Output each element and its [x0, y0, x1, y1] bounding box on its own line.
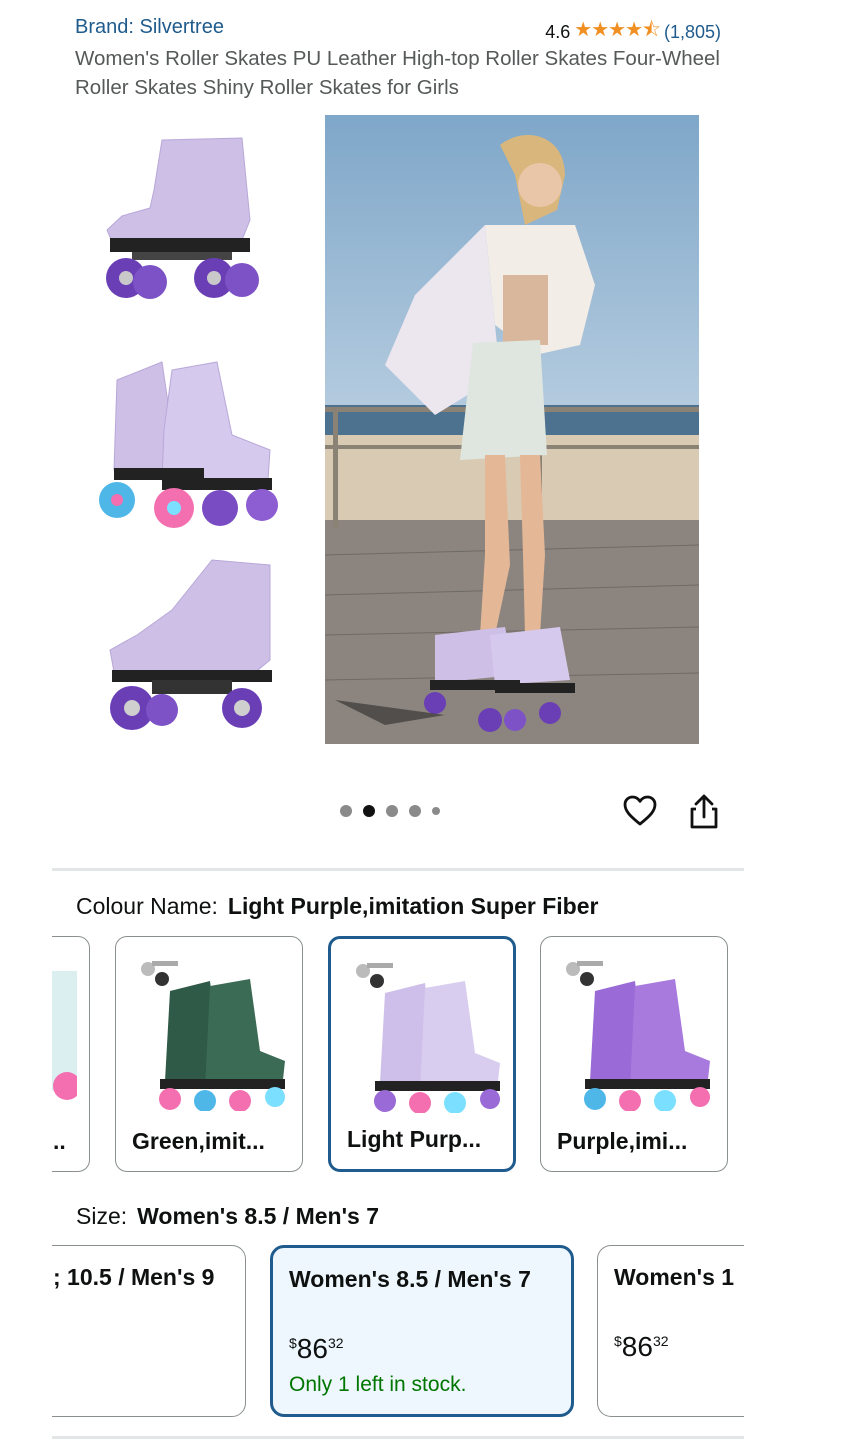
size-option-label: Women's 1 — [614, 1264, 735, 1290]
size-label: Size: — [76, 1203, 128, 1229]
colour-label: Colour Name: — [76, 893, 218, 919]
colour-label-line: Colour Name: Light Purple,imitation Super… — [76, 893, 598, 920]
stock-status: Only 1 left in stock. — [289, 1373, 467, 1396]
colour-swatch-label: Green,imit... — [132, 1128, 265, 1154]
price-whole: 86 — [296, 1333, 328, 1364]
brand-link[interactable]: Brand: Silvertree — [75, 16, 224, 39]
rating-value: 4.6 — [545, 21, 571, 42]
main-product-image[interactable] — [325, 115, 699, 744]
lavender-skate-angle-icon — [109, 559, 272, 730]
thumbnail-skate-side[interactable] — [92, 120, 282, 310]
purple-skates-swatch-icon — [566, 961, 710, 1111]
skate-swatch-icon — [52, 971, 77, 1100]
price-cents: 32 — [327, 1335, 344, 1351]
rating-count-link[interactable]: (1,805) — [664, 22, 721, 43]
carousel-dot[interactable] — [386, 805, 398, 817]
price-cents: 32 — [652, 1333, 669, 1349]
carousel-dot[interactable] — [432, 807, 440, 815]
green-skates-swatch-icon — [141, 961, 285, 1111]
light-purple-skates-swatch-icon — [356, 963, 500, 1113]
size-option-label: Women's 8.5 / Men's 7 — [289, 1266, 531, 1292]
thumbnail-skates-pair[interactable] — [92, 340, 282, 530]
colour-swatch-purple[interactable]: Purple,imi... — [540, 936, 728, 1172]
carousel-dot[interactable] — [409, 805, 421, 817]
colour-swatch[interactable]: .. — [52, 936, 90, 1172]
wishlist-heart-icon[interactable] — [622, 793, 658, 829]
section-divider — [52, 868, 744, 871]
product-title: Women's Roller Skates PU Leather High-to… — [75, 47, 720, 99]
size-option-row[interactable]: ; 10.5 / Men's 9 Women's 8.5 / Men's 7 $… — [52, 1243, 744, 1419]
price-whole: 86 — [621, 1331, 653, 1362]
colour-swatch-label: Light Purp... — [347, 1126, 482, 1152]
currency-symbol: $ — [289, 1335, 297, 1351]
carousel-dot[interactable] — [340, 805, 352, 817]
lavender-skate-side-icon — [106, 137, 259, 299]
share-icon[interactable] — [686, 793, 722, 831]
size-option-selected[interactable]: Women's 8.5 / Men's 7 $8632 Only 1 left … — [270, 1245, 574, 1417]
size-option-price: $8632 — [614, 1331, 744, 1363]
size-selected-value: Women's 8.5 / Men's 7 — [137, 1203, 380, 1229]
colour-swatch-green[interactable]: Green,imit... — [115, 936, 303, 1172]
colour-swatch-row[interactable]: .. Green,imit... Light Purp... Purple,im… — [52, 934, 744, 1174]
currency-symbol: $ — [614, 1333, 622, 1349]
colour-swatch-light-purple[interactable]: Light Purp... — [328, 936, 516, 1172]
colour-swatch-label: .. — [53, 1128, 66, 1154]
lavender-skates-pair-icon — [99, 361, 278, 528]
size-option[interactable]: ; 10.5 / Men's 9 — [52, 1245, 246, 1417]
colour-swatch-label: Purple,imi... — [557, 1128, 688, 1154]
model-skating-photo — [325, 115, 699, 744]
size-label-line: Size: Women's 8.5 / Men's 7 — [76, 1203, 379, 1230]
section-divider — [52, 1436, 744, 1439]
size-option[interactable]: Women's 1 $8632 — [597, 1245, 744, 1417]
carousel-dot-active[interactable] — [363, 805, 375, 817]
colour-selected-value: Light Purple,imitation Super Fiber — [227, 893, 599, 919]
size-option-price: $8632 — [289, 1333, 555, 1365]
thumbnail-skate-angle[interactable] — [92, 550, 282, 740]
carousel-dots[interactable] — [340, 805, 440, 817]
size-option-label: ; 10.5 / Men's 9 — [53, 1264, 215, 1290]
